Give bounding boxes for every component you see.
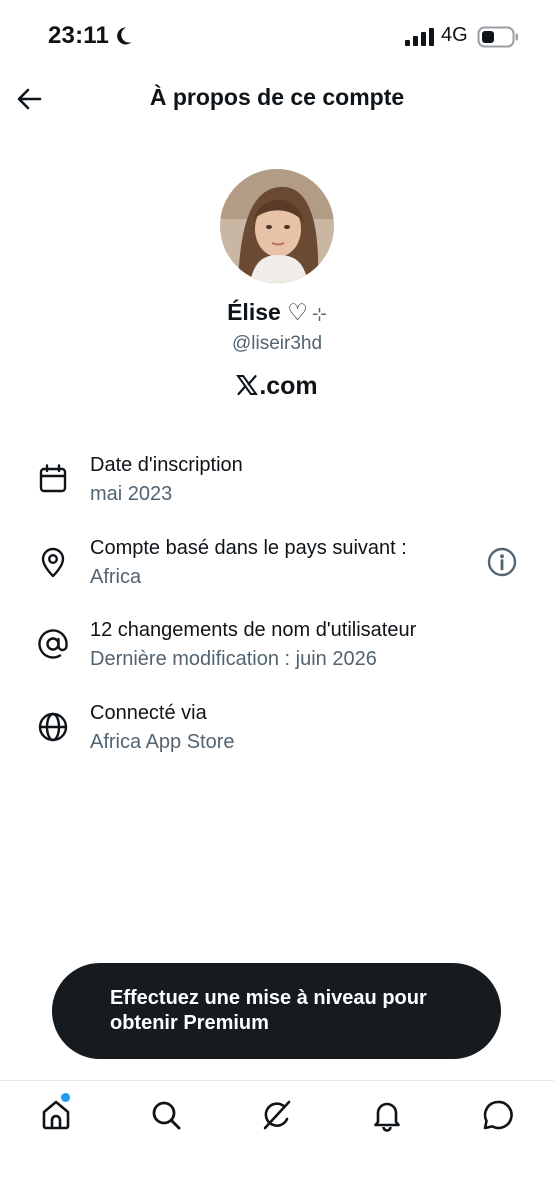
x-logo-icon	[236, 375, 259, 396]
home-notification-dot	[61, 1093, 70, 1102]
premium-upgrade-text: Effectuez une mise à niveau pour obtenir…	[110, 987, 427, 1034]
moon-icon	[117, 27, 132, 45]
x-com-label: .com	[0, 372, 554, 401]
nav-grok[interactable]	[257, 1095, 297, 1135]
info-title: Connecté via	[90, 702, 207, 724]
info-value: mai 2023	[90, 483, 173, 505]
sparkle-glyph: ⊹	[311, 304, 327, 324]
info-row-username-changes: 12 changements de nom d'utilisateur Dern…	[0, 619, 554, 683]
network-type: 4G	[441, 24, 468, 46]
info-row-join-date: Date d'inscription mai 2023	[0, 454, 554, 518]
info-row-country: Compte basé dans le pays suivant : Afric…	[0, 537, 554, 601]
globe-icon	[38, 712, 68, 742]
page-title: À propos de ce compte	[149, 84, 405, 110]
battery-icon	[477, 26, 518, 48]
premium-upgrade-button[interactable]: Effectuez une mise à niveau pour obtenir…	[52, 963, 501, 1059]
nav-home[interactable]	[36, 1095, 76, 1135]
nav-messages[interactable]	[478, 1095, 518, 1135]
info-icon[interactable]	[485, 545, 519, 579]
status-bar: 23:11 4G	[0, 0, 554, 72]
info-title: 12 changements de nom d'utilisateur	[90, 619, 417, 641]
nav-notifications[interactable]	[367, 1095, 407, 1135]
x-com-text: .com	[259, 372, 318, 400]
location-pin-icon	[41, 547, 65, 578]
info-value: Dernière modification : juin 2026	[90, 648, 377, 670]
nav-search[interactable]	[146, 1095, 186, 1135]
info-value: Africa	[90, 566, 142, 588]
search-icon	[152, 1101, 181, 1130]
info-value: Africa App Store	[90, 731, 235, 753]
info-title: Compte basé dans le pays suivant :	[90, 537, 407, 559]
info-row-connected-via: Connecté via Africa App Store	[0, 702, 554, 766]
bell-icon	[374, 1102, 400, 1132]
info-title: Date d'inscription	[90, 454, 243, 476]
status-time: 23:11	[48, 22, 110, 49]
grok-icon	[263, 1100, 291, 1130]
avatar[interactable]	[220, 169, 334, 283]
home-icon	[42, 1100, 70, 1130]
display-name-text: Élise ♡	[227, 299, 308, 325]
avatar-photo	[220, 169, 334, 283]
signal-icon	[405, 28, 434, 46]
user-handle: @liseir3hd	[231, 333, 323, 354]
about-account-screen: 23:11 4G À propos de ce compte Élise ♡ ⊹…	[0, 0, 554, 1200]
messages-icon	[483, 1100, 513, 1130]
calendar-icon	[39, 464, 67, 493]
bottom-nav	[0, 1080, 554, 1200]
at-sign-icon	[38, 629, 68, 659]
display-name: Élise ♡ ⊹	[0, 299, 554, 326]
header: À propos de ce compte	[0, 72, 554, 126]
